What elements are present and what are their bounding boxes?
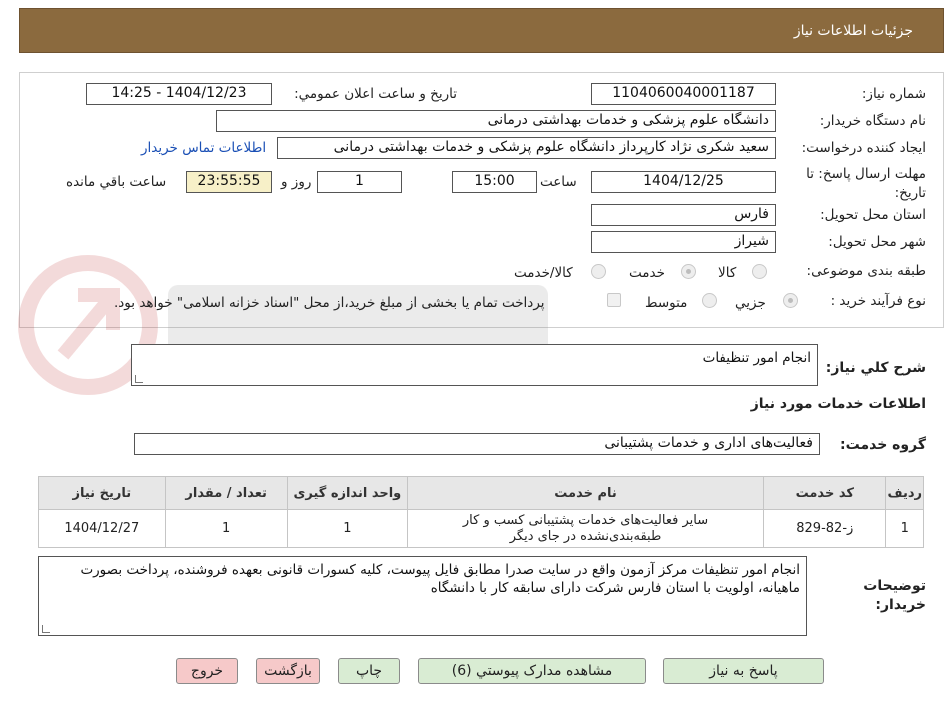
deadline-date-field: 1404/12/25 xyxy=(591,171,776,193)
announce-label: تاریخ و ساعت اعلان عمومي: xyxy=(294,86,457,102)
city-field: شیراز xyxy=(591,231,776,253)
service-group-field: فعالیت‌های اداری و خدمات پشتیبانی xyxy=(134,433,820,455)
col-unit: واحد اندازه گیری xyxy=(286,476,408,510)
summary-label: شرح کلي نياز: xyxy=(825,360,926,376)
buyer-notes-label: توضیحات خریدار: xyxy=(863,578,926,613)
category-option-goods: کالا xyxy=(718,265,737,281)
col-code: کد خدمت xyxy=(763,476,887,510)
province-label: استان محل تحویل: xyxy=(820,207,926,223)
col-row: ردیف xyxy=(885,476,924,510)
summary-textarea: انجام امور تنظیفات xyxy=(131,344,818,386)
attachments-button[interactable]: مشاهده مدارک پیوستي (6) xyxy=(418,658,646,684)
category-label: طبقه بندی موضوعی: xyxy=(806,263,926,279)
resize-handle-icon[interactable] xyxy=(135,375,143,383)
announce-field: 1404/12/23 - 14:25 xyxy=(86,83,272,105)
services-table: ردیف کد خدمت نام خدمت واحد اندازه گیری ت… xyxy=(38,476,924,548)
service-group-label: گروه خدمت: xyxy=(840,437,926,453)
process-option-minor: جزيي xyxy=(735,295,766,311)
cell-unit: 1 xyxy=(286,509,408,548)
category-option-goods-service: کالا/خدمت xyxy=(514,265,573,281)
cell-name: سایر فعالیت‌های خدمات پشتیبانی کسب و کار… xyxy=(406,509,765,548)
requester-label: ایجاد کننده درخواست: xyxy=(801,140,926,156)
remaining-time-field: 23:55:55 xyxy=(186,171,272,193)
process-radio-minor[interactable] xyxy=(783,293,798,308)
remaining-label: ساعت باقي مانده xyxy=(66,174,167,190)
province-field: فارس xyxy=(591,204,776,226)
need-number-label: شماره نیاز: xyxy=(861,86,926,102)
days-field: 1 xyxy=(317,171,402,193)
col-name: نام خدمت xyxy=(406,476,765,510)
category-radio-service[interactable] xyxy=(681,264,696,279)
resize-handle-icon[interactable] xyxy=(42,625,50,633)
deadline-time-label: ساعت xyxy=(540,174,577,190)
city-label: شهر محل تحویل: xyxy=(828,234,926,250)
col-qty: تعداد / مقدار xyxy=(164,476,288,510)
buyer-org-field: دانشگاه علوم پزشکی و خدمات بهداشتی درمان… xyxy=(216,110,776,132)
treasury-payment-note: پرداخت تمام یا بخشی از مبلغ خرید،از محل … xyxy=(114,295,545,311)
table-header-row: ردیف کد خدمت نام خدمت واحد اندازه گیری ت… xyxy=(38,476,924,510)
process-radio-medium[interactable] xyxy=(702,293,717,308)
buyer-org-label: نام دستگاه خریدار: xyxy=(819,113,926,129)
table-row: 1 ز-82-829 سایر فعالیت‌های خدمات پشتیبان… xyxy=(38,509,924,548)
cell-row: 1 xyxy=(885,509,924,548)
category-option-service: خدمت xyxy=(629,265,665,281)
category-radio-goods[interactable] xyxy=(752,264,767,279)
category-radio-goods-service[interactable] xyxy=(591,264,606,279)
buyer-contact-link[interactable]: اطلاعات تماس خریدار xyxy=(141,140,266,156)
page-title: جزئیات اطلاعات نیاز xyxy=(793,23,913,39)
reply-button[interactable]: پاسخ به نیاز xyxy=(663,658,824,684)
page-header: جزئیات اطلاعات نیاز xyxy=(19,8,944,53)
buyer-notes-text: انجام امور تنظیفات مرکز آزمون واقع در سا… xyxy=(80,562,800,596)
exit-button[interactable]: خروج xyxy=(176,658,238,684)
need-number-field: 1104060040001187 xyxy=(591,83,776,105)
cell-code: ز-82-829 xyxy=(763,509,887,548)
col-date: تاریخ نیاز xyxy=(38,476,166,510)
deadline-label: مهلت ارسال پاسخ: تا تاریخ: xyxy=(806,166,926,201)
process-option-medium: متوسط xyxy=(645,295,688,311)
buyer-notes-textarea: انجام امور تنظیفات مرکز آزمون واقع در سا… xyxy=(38,556,807,636)
print-button[interactable]: چاپ xyxy=(338,658,400,684)
process-label: نوع فرآیند خرید : xyxy=(830,293,926,309)
cell-date: 1404/12/27 xyxy=(38,509,166,548)
treasury-checkbox[interactable] xyxy=(607,293,621,307)
deadline-time-field: 15:00 xyxy=(452,171,537,193)
back-button[interactable]: بازگشت xyxy=(256,658,320,684)
requester-field: سعید شکری نژاد کارپرداز دانشگاه علوم پزش… xyxy=(277,137,776,159)
summary-text: انجام امور تنظیفات xyxy=(702,350,811,366)
days-label: روز و xyxy=(281,174,312,190)
cell-qty: 1 xyxy=(164,509,288,548)
services-section-title: اطلاعات خدمات مورد نیاز xyxy=(750,396,926,412)
